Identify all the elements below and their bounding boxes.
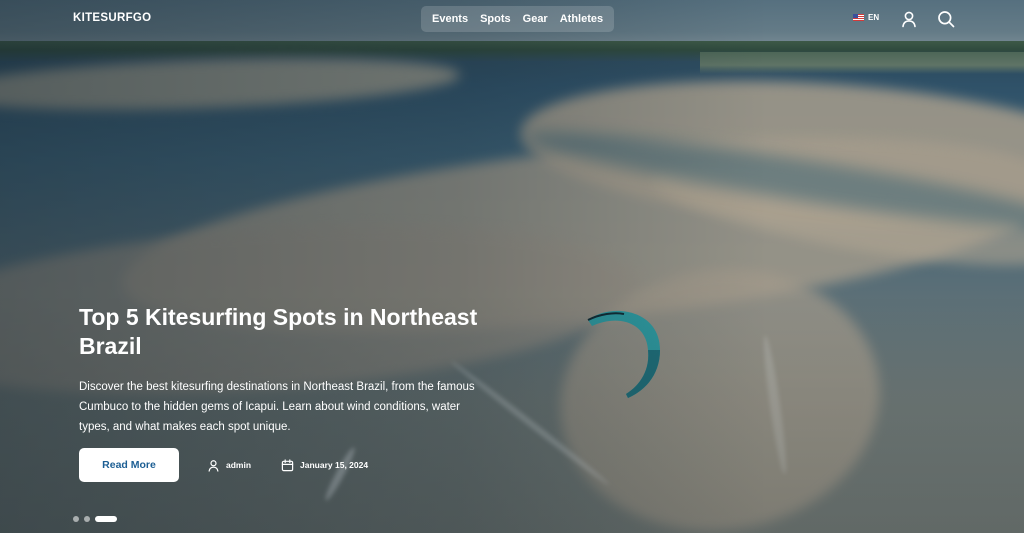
nav-item-athletes[interactable]: Athletes [554,13,609,25]
carousel-dot[interactable] [84,516,90,522]
hero-title[interactable]: Top 5 Kitesurfing Spots in Northeast Bra… [79,303,499,361]
language-label: EN [868,13,880,22]
user-icon[interactable] [900,10,918,28]
read-more-button[interactable]: Read More [79,448,179,482]
search-icon[interactable] [937,10,955,28]
main-nav: Events Spots Gear Athletes [421,6,615,32]
carousel-pagination [73,516,117,522]
language-switcher[interactable]: EN [853,13,879,22]
nav-item-spots[interactable]: Spots [474,13,517,25]
site-header: KITESURFGO Events Spots Gear Athletes EN [0,0,1024,40]
hero-excerpt: Discover the best kitesurfing destinatio… [79,381,475,433]
post-author[interactable]: admin [207,459,251,472]
post-author-name: admin [226,460,252,470]
nav-item-gear[interactable]: Gear [517,13,554,25]
calendar-icon [281,458,294,471]
post-date-text: January 15, 2024 [300,460,369,470]
hero-meta-row: Read More admin January 15, 2024 [79,448,368,482]
hero-content: Top 5 Kitesurfing Spots in Northeast Bra… [79,303,499,437]
carousel-dot-active[interactable] [95,516,117,522]
us-flag-icon [853,14,864,21]
author-user-icon [208,459,219,472]
nav-item-events[interactable]: Events [426,13,474,25]
post-date: January 15, 2024 [281,458,369,472]
site-logo[interactable]: KITESURFGO [73,12,151,24]
carousel-dot[interactable] [73,516,79,522]
